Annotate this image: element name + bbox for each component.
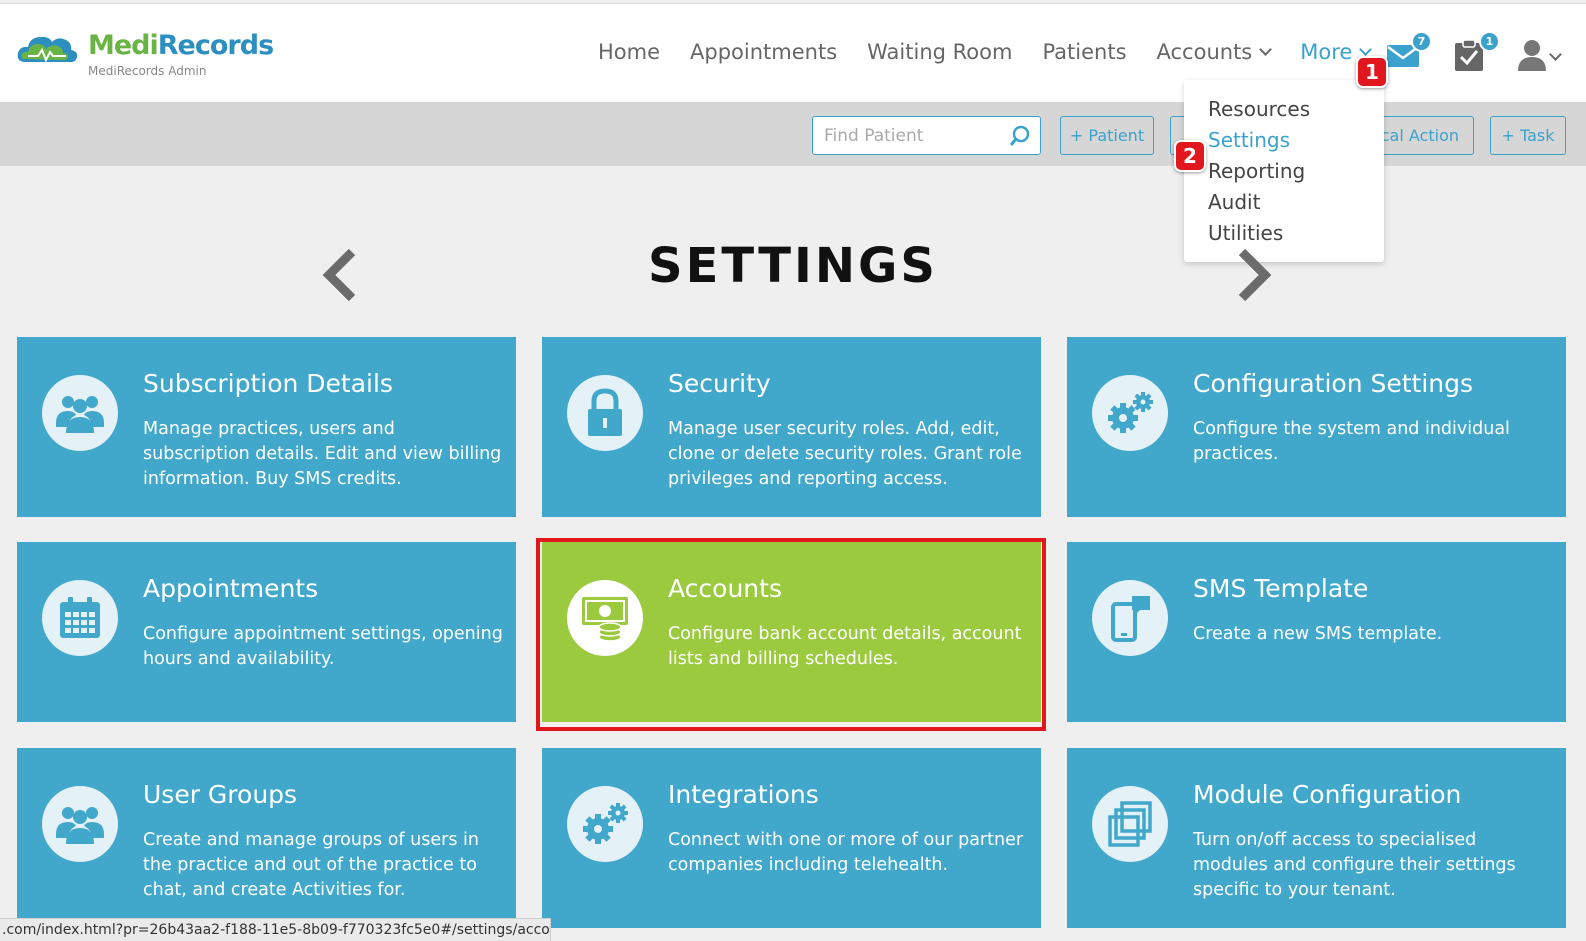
card-module-configuration[interactable]: Module Configuration Turn on/off access …: [1067, 748, 1566, 928]
menu-item-reporting[interactable]: Reporting: [1184, 156, 1384, 187]
card-description: Configure the system and individual prac…: [1193, 419, 1510, 464]
users-icon: [42, 375, 118, 451]
card-title: Configuration Settings: [1193, 369, 1474, 398]
tasks-count-badge: 1: [1479, 31, 1500, 52]
card-accounts[interactable]: Accounts Configure bank account details,…: [542, 542, 1041, 722]
card-appointments[interactable]: Appointments Configure appointment setti…: [17, 542, 516, 722]
card-title: SMS Template: [1193, 574, 1369, 603]
add-patient-label: + Patient: [1069, 126, 1145, 145]
card-description: Create a new SMS template.: [1193, 624, 1443, 644]
messages-count-badge: 7: [1411, 31, 1432, 52]
card-title: Subscription Details: [143, 369, 393, 398]
lock-icon: [567, 375, 643, 451]
card-description: Turn on/off access to specialised module…: [1193, 830, 1516, 900]
step-2-callout: 2: [1174, 140, 1206, 172]
search-icon[interactable]: [1009, 125, 1031, 147]
menu-item-resources[interactable]: Resources: [1184, 94, 1384, 125]
card-description: Configure bank account details, account …: [668, 624, 1022, 669]
nav-waiting-room-label: Waiting Room: [867, 40, 1013, 64]
nav-appointments-label: Appointments: [690, 40, 838, 64]
card-title: Security: [668, 369, 771, 398]
main-nav: Home Appointments Waiting Room Patients …: [598, 40, 1400, 64]
page-title: SETTINGS: [648, 238, 938, 294]
nav-home[interactable]: Home: [598, 40, 660, 64]
card-subscription-details[interactable]: Subscription Details Manage practices, u…: [17, 337, 516, 517]
users-icon: [42, 786, 118, 862]
next-arrow-icon[interactable]: [1234, 248, 1274, 302]
nav-waiting-room[interactable]: Waiting Room: [867, 40, 1012, 64]
card-configuration-settings[interactable]: Configuration Settings Configure the sys…: [1067, 337, 1566, 517]
card-description: Manage user security roles. Add, edit, c…: [668, 419, 1022, 489]
mobile-message-icon: [1092, 580, 1168, 656]
messages-button[interactable]: 7: [1384, 31, 1432, 73]
chevron-down-icon: [1549, 48, 1562, 61]
add-patient-button[interactable]: + Patient: [1060, 116, 1154, 155]
card-title: Integrations: [668, 780, 819, 809]
brand-subtitle: MediRecords Admin: [88, 64, 207, 78]
card-title: User Groups: [143, 780, 298, 809]
card-description: Configure appointment settings, opening …: [143, 624, 503, 669]
browser-status-url: .com/index.html?pr=26b43aa2-f188-11e5-8b…: [0, 918, 551, 941]
card-title: Accounts: [668, 574, 782, 603]
more-dropdown-menu: Resources Settings Reporting Audit Utili…: [1184, 80, 1384, 262]
user-menu-button[interactable]: [1518, 37, 1568, 73]
card-title: Appointments: [143, 574, 319, 603]
card-description: Manage practices, users and subscription…: [143, 419, 502, 489]
card-integrations[interactable]: Integrations Connect with one or more of…: [542, 748, 1041, 928]
step-1-callout: 1: [1356, 56, 1388, 88]
card-sms-template[interactable]: SMS Template Create a new SMS template.: [1067, 542, 1566, 722]
brand-name-part1: Medi: [88, 30, 159, 61]
user-avatar-icon: [1518, 40, 1546, 71]
find-patient-input[interactable]: [813, 117, 1003, 154]
nav-patients-label: Patients: [1042, 40, 1127, 64]
chevron-down-icon: [1259, 43, 1273, 56]
tasks-button[interactable]: 1: [1452, 31, 1500, 73]
find-patient-search: [812, 116, 1041, 155]
nav-accounts[interactable]: Accounts: [1156, 40, 1273, 64]
card-description: Create and manage groups of users in the…: [143, 830, 479, 900]
money-icon: [567, 580, 643, 656]
brand-name-part2: Records: [157, 30, 274, 61]
card-description: Connect with one or more of our partner …: [668, 830, 1024, 875]
nav-appointments[interactable]: Appointments: [690, 40, 837, 64]
gears-icon: [1092, 375, 1168, 451]
card-title: Module Configuration: [1193, 780, 1462, 809]
chevron-down-icon: [1359, 43, 1373, 56]
add-task-button[interactable]: + Task: [1490, 116, 1566, 155]
modules-icon: [1092, 786, 1168, 862]
nav-accounts-label: Accounts: [1156, 40, 1253, 64]
gears-icon: [567, 786, 643, 862]
nav-patients[interactable]: Patients: [1042, 40, 1126, 64]
add-task-label: + Task: [1501, 126, 1555, 145]
card-security[interactable]: Security Manage user security roles. Add…: [542, 337, 1041, 517]
cloud-logo-icon: [17, 36, 78, 63]
nav-home-label: Home: [598, 40, 661, 64]
brand-name: MediRecords: [88, 30, 274, 61]
menu-item-audit[interactable]: Audit: [1184, 187, 1384, 218]
card-user-groups[interactable]: User Groups Create and manage groups of …: [17, 748, 516, 928]
nav-more-label: More: [1300, 40, 1353, 64]
menu-item-settings[interactable]: Settings: [1184, 125, 1384, 156]
calendar-icon: [42, 580, 118, 656]
